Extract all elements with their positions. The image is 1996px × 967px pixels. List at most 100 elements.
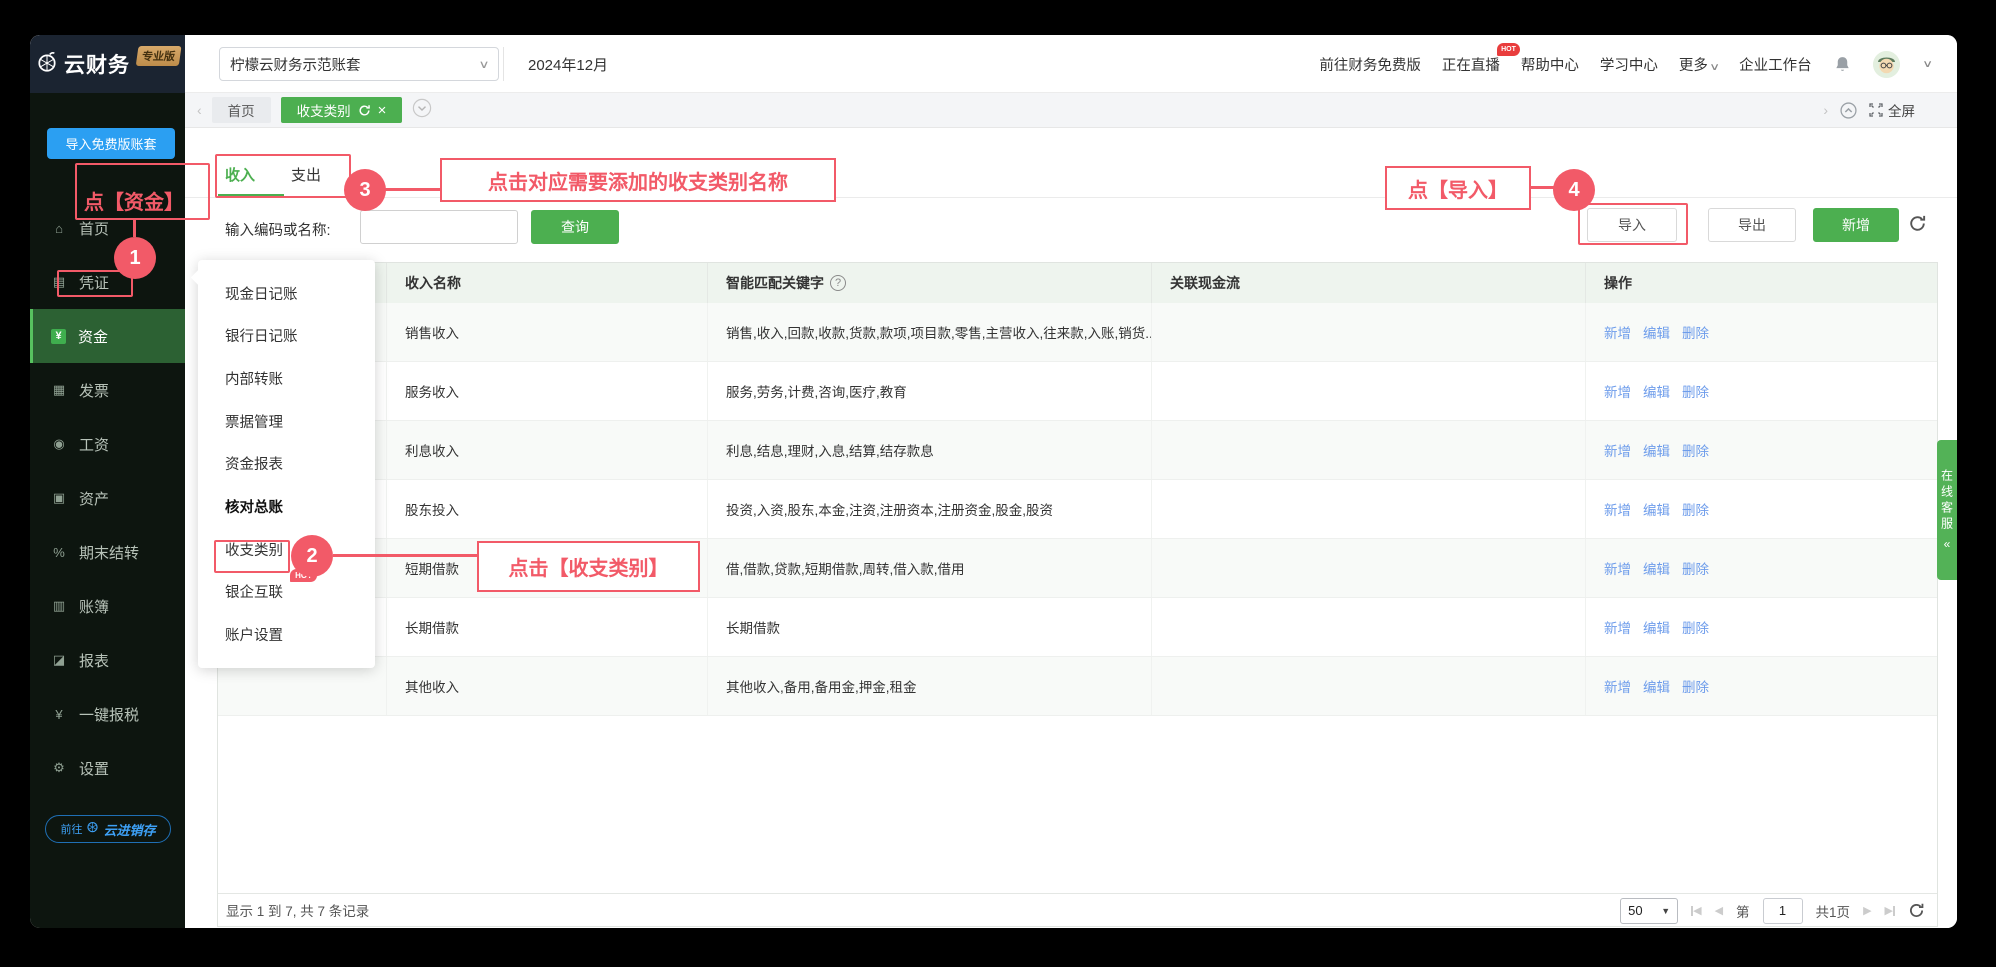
sidebar-item[interactable]: ⚙ 设置 [30,741,185,795]
row-edit-link[interactable]: 编辑 [1643,676,1670,696]
refresh-icon[interactable] [1908,214,1927,238]
chevron-down-icon: ▼ [1661,905,1671,916]
export-button[interactable]: 导出 [1708,208,1796,242]
goto-inventory-button[interactable]: 前往 云进销存 [45,815,171,843]
sidebar-item-label: 资金 [78,328,109,346]
row-delete-link[interactable]: 删除 [1682,381,1709,401]
page-number-input[interactable]: 1 [1762,897,1803,924]
tabs-back-chevron-icon[interactable]: ‹ [197,102,202,118]
row-edit-link[interactable]: 编辑 [1643,381,1670,401]
collapse-circle-icon[interactable] [1840,101,1857,119]
accounting-period[interactable]: 2024年12月 [528,35,608,93]
row-edit-link[interactable]: 编辑 [1643,322,1670,342]
row-edit-link[interactable]: 编辑 [1643,558,1670,578]
row-income-name[interactable]: 利息收入 [386,421,707,479]
table-body: 销售收入 销售,收入,回款,收款,货款,款项,项目款,零售,主营收入,往来款,入… [218,303,1937,716]
live-link[interactable]: 正在直播 HOT [1442,42,1520,75]
row-delete-link[interactable]: 删除 [1682,499,1709,519]
step2-number: 2 [291,535,333,577]
row-add-link[interactable]: 新增 [1604,558,1631,578]
sidebar-item[interactable]: ◉ 工资 [30,417,185,471]
more-menu[interactable]: 更多∨ [1679,54,1720,75]
row-edit-link[interactable]: 编辑 [1643,617,1670,637]
sidebar-item[interactable]: ¥ 一键报税 [30,687,185,741]
sidebar-item[interactable]: ◪ 报表 [30,633,185,687]
row-add-link[interactable]: 新增 [1604,617,1631,637]
first-page-icon[interactable]: ◀ [1691,904,1702,917]
row-income-name[interactable]: 长期借款 [386,598,707,656]
row-delete-link[interactable]: 删除 [1682,558,1709,578]
pro-badge: 专业版 [135,46,182,66]
row-edit-link[interactable]: 编辑 [1643,440,1670,460]
submenu-item[interactable]: 银行日记账 [198,325,298,346]
lemon-icon [36,51,58,78]
header-divider [503,47,504,81]
submenu-item[interactable]: 核对总账 [198,496,283,517]
search-label: 输入编码或名称: [225,223,331,239]
query-button[interactable]: 查询 [531,210,619,244]
search-input[interactable] [360,210,518,244]
fullscreen-button[interactable]: 全屏 [1869,100,1915,120]
row-add-link[interactable]: 新增 [1604,676,1631,696]
row-delete-link[interactable]: 删除 [1682,617,1709,637]
last-page-icon[interactable]: ▶ [1885,904,1895,917]
refresh-icon[interactable] [358,104,371,117]
row-delete-link[interactable]: 删除 [1682,440,1709,460]
prev-page-icon[interactable]: ◀ [1715,904,1723,917]
row-add-link[interactable]: 新增 [1604,322,1631,342]
row-cashflow [1151,539,1585,597]
row-income-name[interactable]: 销售收入 [386,303,707,361]
submenu-item[interactable]: 银企互联 HOT [198,569,317,602]
sidebar-item[interactable]: ¥ 资金 [30,309,185,363]
sidebar-item[interactable]: ▣ 资产 [30,471,185,525]
help-icon[interactable]: ? [830,275,846,291]
app-body: 导入免费版账套 ⌂ 首页 ▤ 凭证 ¥ 资金 ▦ 发票 ◉ 工资 ▣ 资产 % … [30,93,1957,928]
row-add-link[interactable]: 新增 [1604,440,1631,460]
row-add-link[interactable]: 新增 [1604,381,1631,401]
submenu-item[interactable]: 内部转账 [198,368,283,389]
pagination: 50 ▼ ◀ ◀ 第 1 共1页 ▶ ▶ [1620,894,1925,927]
tabs-forward-chevron-icon[interactable]: › [1823,102,1828,118]
row-cashflow [1151,657,1585,715]
submenu-item[interactable]: 现金日记账 [198,283,298,304]
submenu-item[interactable]: 资金报表 [198,453,283,474]
sidebar-item-label: 发票 [79,382,110,400]
free-version-link[interactable]: 前往财务免费版 [1319,54,1421,75]
submenu-item[interactable]: 账户设置 [198,624,283,645]
page-size-select[interactable]: 50 ▼ [1620,897,1679,924]
submenu-item[interactable]: 票据管理 [198,411,283,432]
step3-connector-line [384,188,440,191]
chevron-down-icon[interactable]: ∨ [1922,59,1933,70]
tab-income-expense-category[interactable]: 收支类别 × [280,97,403,123]
online-service-tab[interactable]: 在线客服 « [1937,440,1957,580]
row-delete-link[interactable]: 删除 [1682,322,1709,342]
row-income-name[interactable]: 其他收入 [386,657,707,715]
chevron-down-icon: ∨ [478,58,490,71]
row-delete-link[interactable]: 删除 [1682,676,1709,696]
help-center-link[interactable]: 帮助中心 [1521,54,1579,75]
table-row: 销售收入 销售,收入,回款,收款,货款,款项,项目款,零售,主营收入,往来款,入… [218,303,1937,362]
table-row: 服务收入 服务,劳务,计费,咨询,医疗,教育 新增 编辑 删除 [218,362,1937,421]
app-window: 云财务 专业版 柠檬云财务示范账套 ∨ 2024年12月 前往财务免费版 正在直… [30,35,1957,928]
sidebar-item-label: 报表 [79,652,110,670]
learn-center-link[interactable]: 学习中心 [1600,54,1658,75]
bell-icon[interactable] [1833,55,1852,74]
account-set-selector[interactable]: 柠檬云财务示范账套 ∨ [219,47,499,81]
next-page-icon[interactable]: ▶ [1863,904,1871,917]
row-income-name[interactable]: 服务收入 [386,362,707,420]
tab-home[interactable]: 首页 [211,97,271,123]
row-income-name[interactable]: 股东投入 [386,480,707,538]
avatar[interactable] [1872,50,1900,78]
row-keywords: 其他收入,备用,备用金,押金,租金 [707,657,1151,715]
sidebar-item[interactable]: ▥ 账簿 [30,579,185,633]
import-free-account-button[interactable]: 导入免费版账套 [47,128,175,159]
row-edit-link[interactable]: 编辑 [1643,499,1670,519]
sidebar-item[interactable]: % 期末结转 [30,525,185,579]
row-add-link[interactable]: 新增 [1604,499,1631,519]
close-icon[interactable]: × [378,103,387,118]
workbench-link[interactable]: 企业工作台 [1739,54,1812,75]
add-button[interactable]: 新增 [1813,208,1899,242]
sidebar-item[interactable]: ▦ 发票 [30,363,185,417]
refresh-icon[interactable] [1908,902,1925,919]
tab-list-chevron-icon[interactable] [412,98,432,123]
